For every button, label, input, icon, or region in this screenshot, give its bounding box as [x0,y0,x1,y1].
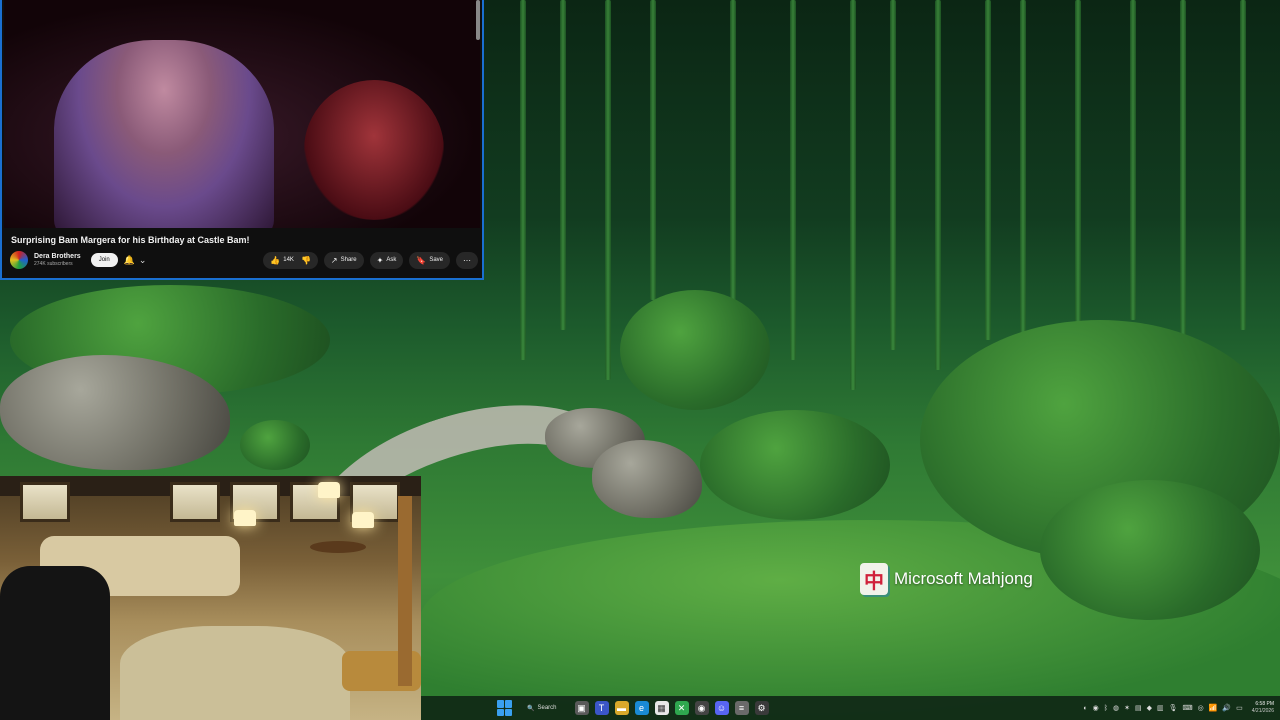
keyboard-icon[interactable]: ⌨ [1182,704,1192,712]
room-window [20,482,70,522]
start-button[interactable] [497,700,513,716]
tray-app-icon[interactable]: ◉ [1093,704,1099,712]
bamboo-stalk [605,0,611,380]
subscriber-count: 274K subscribers [34,261,73,267]
taskbar: 🔍 Search ▣ T ▬ e ▦ ✕ ◉ ☺ ≡ ⚙ ◐ ◉ ᛒ ◍ ✶ ▤… [421,696,1280,720]
youtube-window: Surprising Bam Margera for his Birthday … [0,0,484,280]
bamboo-stalk [850,0,856,390]
discord-icon[interactable]: ☺ [714,701,729,715]
thumbs-up-icon: 👍 [270,255,281,265]
file-explorer-icon[interactable]: ▬ [614,701,629,715]
thumbs-down-icon[interactable]: 👎 [301,256,311,265]
tray-app-icon[interactable]: ✶ [1124,704,1130,712]
video-player[interactable] [4,0,480,228]
bamboo-stalk [650,0,656,300]
store-icon[interactable]: ▦ [654,701,669,715]
bush [1040,480,1260,620]
bamboo-stalk [935,0,941,370]
webcam-feed [0,476,421,720]
settings-icon[interactable]: ⚙ [754,701,769,715]
lamp [318,482,340,498]
tray-app-icon[interactable]: ◐ [1083,705,1087,712]
like-button[interactable]: 👍 14K 👎 [263,251,318,269]
lamp [234,510,256,526]
room-table [310,541,366,553]
share-icon: ↗ [330,255,338,265]
bamboo-stalk [1075,0,1081,330]
tray-app-icon[interactable]: ▥ [1157,704,1164,712]
bamboo-stalk [790,0,796,360]
save-button[interactable]: 🔖 Save [409,251,450,269]
rock [592,440,702,518]
chevron-down-icon[interactable]: ⌄ [139,255,147,266]
join-button[interactable]: Join [90,253,118,267]
tray-app-icon[interactable]: ◆ [1147,704,1152,712]
save-label: Save [429,257,443,263]
mahjong-shortcut-label: Microsoft Mahjong [894,569,1033,588]
xbox-icon[interactable]: ✕ [674,701,689,715]
bamboo-stalk [1020,0,1026,360]
edge-icon[interactable]: e [634,701,649,715]
tray-app-icon[interactable]: ◎ [1198,704,1204,712]
microphone-icon[interactable]: 🎙 [1169,704,1178,712]
teams-icon[interactable]: T [594,701,609,715]
bamboo-stalk [560,0,566,330]
tray-app-icon[interactable]: ▤ [1135,704,1142,712]
taskbar-search[interactable]: 🔍 Search [519,702,565,715]
more-icon[interactable]: ⋯ [456,251,478,269]
room-carpet [120,626,350,720]
chrome-icon[interactable]: ◉ [694,701,709,715]
bush [700,410,890,520]
video-frame-person [54,40,274,228]
search-icon: 🔍 [527,705,535,712]
system-tray: ◐ ◉ ᛒ ◍ ✶ ▤ ◆ ▥ 🎙 ⌨ ◎ 📶 🔊 ▭ 6:58 PM 4/21… [1083,696,1274,720]
lamp [352,512,374,528]
bookmark-icon: 🔖 [416,255,427,265]
channel-info: Dera Brothers 274K subscribers [34,253,81,267]
video-title: Surprising Bam Margera for his Birthday … [11,235,250,245]
mahjong-shortcut[interactable]: 中 Microsoft Mahjong [860,563,1033,595]
bluetooth-icon[interactable]: ᛒ [1104,705,1108,712]
channel-avatar[interactable] [10,251,28,269]
bamboo-stalk [730,0,736,320]
bamboo-stalk [890,0,896,350]
ask-label: Ask [386,257,397,263]
video-actions: 👍 14K 👎 ↗ Share ✦ Ask 🔖 Save ⋯ [263,251,478,269]
ask-button[interactable]: ✦ Ask [369,251,404,269]
bamboo-stalk [1130,0,1136,320]
scrollbar[interactable] [476,0,480,40]
like-count: 14K [283,257,294,263]
tray-app-icon[interactable]: ◍ [1113,704,1119,712]
bush [240,420,310,470]
battery-icon[interactable]: ▭ [1236,704,1243,712]
clock-date: 4/21/2026 [1251,708,1274,714]
bush [620,290,770,410]
bamboo-stalk [1180,0,1186,340]
taskbar-apps: 🔍 Search ▣ T ▬ e ▦ ✕ ◉ ☺ ≡ ⚙ [497,696,769,720]
sparkle-icon: ✦ [376,255,384,265]
gaming-chair [0,566,110,720]
share-label: Share [340,257,357,263]
wifi-icon[interactable]: 📶 [1209,704,1218,712]
clock-time: 6:58 PM [1255,701,1274,707]
task-view-icon[interactable]: ▣ [574,701,589,715]
search-label: Search [537,705,557,711]
bamboo-stalk [1240,0,1246,330]
share-button[interactable]: ↗ Share [323,251,364,269]
clock[interactable]: 6:58 PM 4/21/2026 [1252,702,1274,714]
bamboo-stalk [985,0,991,340]
notepad-icon[interactable]: ≡ [734,701,749,715]
channel-row: Dera Brothers 274K subscribers Join 🔔 ⌄ … [10,250,478,270]
bamboo-stalk [520,0,526,360]
room-window [170,482,220,522]
video-frame-person [304,80,444,220]
bell-icon[interactable]: 🔔 [124,255,135,266]
mahjong-tile-icon: 中 [860,563,888,595]
door-frame [398,496,412,686]
channel-name[interactable]: Dera Brothers [34,253,81,260]
volume-icon[interactable]: 🔊 [1222,704,1231,712]
